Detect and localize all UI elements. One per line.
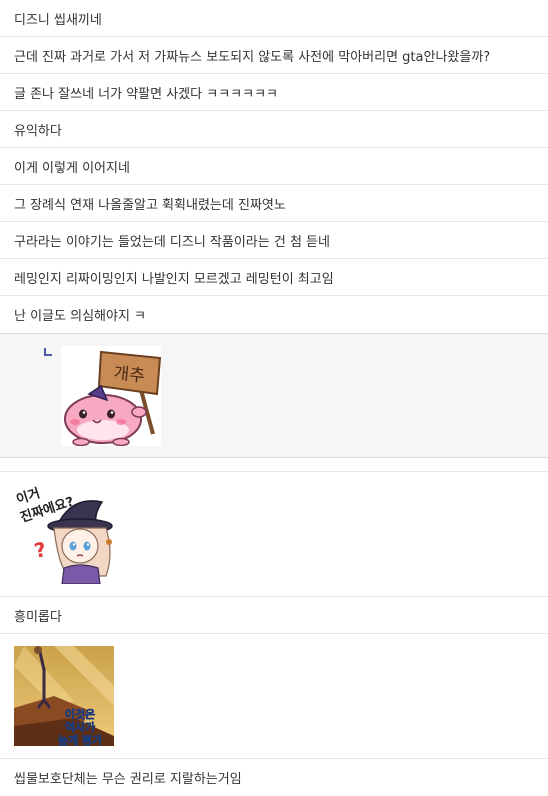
comment-text: 근데 진짜 과거로 가서 저 가짜뉴스 보도되지 않도록 사전에 막아버리면 g…	[14, 49, 491, 65]
comment-row: 씹물보호단체는 무슨 권리로 지랄하는거임	[0, 759, 548, 796]
comment-text: 난 이글도 의심해야지 ㅋ	[14, 309, 146, 324]
comment-row: 난 이글도 의심해야지 ㅋ	[0, 296, 548, 333]
sticker-comment-row: ? 이거 진짜에요?	[0, 472, 548, 597]
comment-text: 레밍인지 리짜이밍인지 나발인지 모르겠고 레밍턴이 최고임	[14, 271, 334, 287]
comment-row: 근데 진짜 과거로 가서 저 가짜뉴스 보도되지 않도록 사전에 막아버리면 g…	[0, 37, 548, 74]
witch-girl-sticker-icon: ? 이거 진짜에요?	[14, 484, 114, 584]
comment-row: 유익하다	[0, 111, 548, 148]
pink-creature-sticker-icon: 개추	[61, 346, 161, 446]
comment-list: 디즈니 씹새끼네 근데 진짜 과거로 가서 저 가짜뉴스 보도되지 않도록 사전…	[0, 0, 548, 796]
comment-row: 그 장례식 연재 나올줄알고 휙휙내렸는데 진짜엿노	[0, 185, 548, 222]
comment-text: 그 장례식 연재 나올줄알고 휙휙내렸는데 진짜엿노	[14, 197, 286, 213]
comment-text: 구라라는 이야기는 들었는데 디즈니 작품이라는 건 첨 듣네	[14, 234, 330, 250]
comment-row: 흥미롭다	[0, 597, 548, 634]
caption-line3: 높게 평가	[58, 733, 102, 746]
comment-text: 씹물보호단체는 무슨 권리로 지랄하는거임	[14, 772, 242, 787]
comment-text: 흥미롭다	[14, 609, 62, 625]
comment-text: 유익하다	[14, 123, 62, 139]
reply-arrow-icon	[44, 348, 52, 356]
sticker-comment-row: 이것은 역사가 높게 평가	[0, 634, 548, 759]
comment-row: 레밍인지 리짜이밍인지 나발인지 모르겠고 레밍턴이 최고임	[0, 259, 548, 296]
reply-row: 개추	[0, 333, 548, 458]
comment-row: 구라라는 이야기는 들었는데 디즈니 작품이라는 건 첨 듣네	[0, 222, 548, 259]
comment-row: 글 존나 잘쓰네 너가 약팔면 사겠다 ㅋㅋㅋㅋㅋㅋ	[0, 74, 548, 111]
comment-row: 이게 이렇게 이어지네	[0, 148, 548, 185]
sign-text: 개추	[113, 363, 146, 386]
lion-king-sticker-icon: 이것은 역사가 높게 평가	[14, 646, 114, 746]
caption-line1: 이것은	[65, 707, 95, 721]
comment-text: 이게 이렇게 이어지네	[14, 160, 130, 176]
spacer	[0, 458, 548, 472]
comment-row: 디즈니 씹새끼네	[0, 0, 548, 37]
comment-text: 디즈니 씹새끼네	[14, 12, 102, 28]
caption-line2: 역사가	[65, 720, 95, 734]
comment-text: 글 존나 잘쓰네 너가 약팔면 사겠다 ㅋㅋㅋㅋㅋㅋ	[14, 86, 278, 102]
